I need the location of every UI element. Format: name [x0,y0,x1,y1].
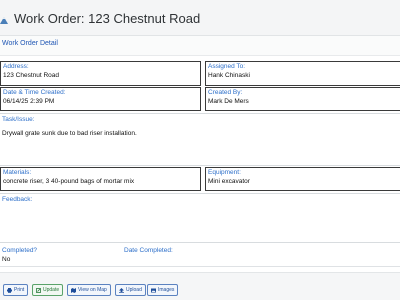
printer-icon [7,287,12,293]
equipment-label: Equipment: [208,169,241,176]
equipment-field: Equipment: Mini excavator [205,167,400,191]
map-icon [71,287,76,293]
created-by-value: Mark De Mers [208,98,249,105]
feedback-field: Feedback: [0,193,400,243]
upload-button[interactable]: Upload [115,284,146,296]
images-button-label: Images [158,287,175,293]
address-label: Address: [3,63,29,70]
date-created-field: Date & Time Created: 06/14/25 2:39 PM [0,87,201,111]
upload-icon [119,287,124,293]
page-header: Work Order: 123 Chestnut Road [0,0,400,36]
mountain-logo-icon [0,17,8,24]
assigned-to-label: Assigned To: [208,63,246,70]
address-field: Address: 123 Chestnut Road [0,61,201,86]
task-issue-field: Task/Issue: Drywall grate sunk due to ba… [0,113,400,166]
assigned-to-field: Assigned To: Hank Chinaski [205,61,400,86]
equipment-value: Mini excavator [208,178,250,185]
materials-label: Materials: [3,169,32,176]
update-button[interactable]: Update [32,284,64,296]
created-by-label: Created By: [208,89,243,96]
assigned-to-value: Hank Chinaski [208,72,250,79]
work-order-detail-link[interactable]: Work Order Detail [2,40,58,47]
feedback-label: Feedback: [2,196,33,203]
subnav-bar [0,36,400,56]
divider [0,266,400,267]
page-title: Work Order: 123 Chestnut Road [14,11,201,26]
date-completed-label: Date Completed: [124,247,173,254]
materials-value: concrete riser, 3 40-pound bags of morta… [3,178,135,185]
materials-field: Materials: concrete riser, 3 40-pound ba… [0,167,201,191]
created-by-field: Created By: Mark De Mers [205,87,400,111]
completed-value: No [2,256,11,263]
task-issue-value: Drywall grate sunk due to bad riser inst… [2,130,137,137]
images-button[interactable]: Images [147,284,179,296]
address-value: 123 Chestnut Road [3,72,60,79]
task-issue-label: Task/Issue: [2,116,35,123]
view-on-map-button[interactable]: View on Map [67,284,111,296]
work-order-page: Work Order: 123 Chestnut Road Work Order… [0,0,400,300]
view-on-map-button-label: View on Map [78,287,107,293]
date-created-value: 06/14/25 2:39 PM [3,98,55,105]
completed-label: Completed? [2,247,38,254]
upload-button-label: Upload [126,287,142,293]
image-icon [151,288,156,292]
update-button-label: Update [43,287,60,293]
edit-icon [36,287,41,293]
date-created-label: Date & Time Created: [3,89,66,96]
print-button[interactable]: Print [3,284,29,296]
print-button-label: Print [14,287,25,293]
